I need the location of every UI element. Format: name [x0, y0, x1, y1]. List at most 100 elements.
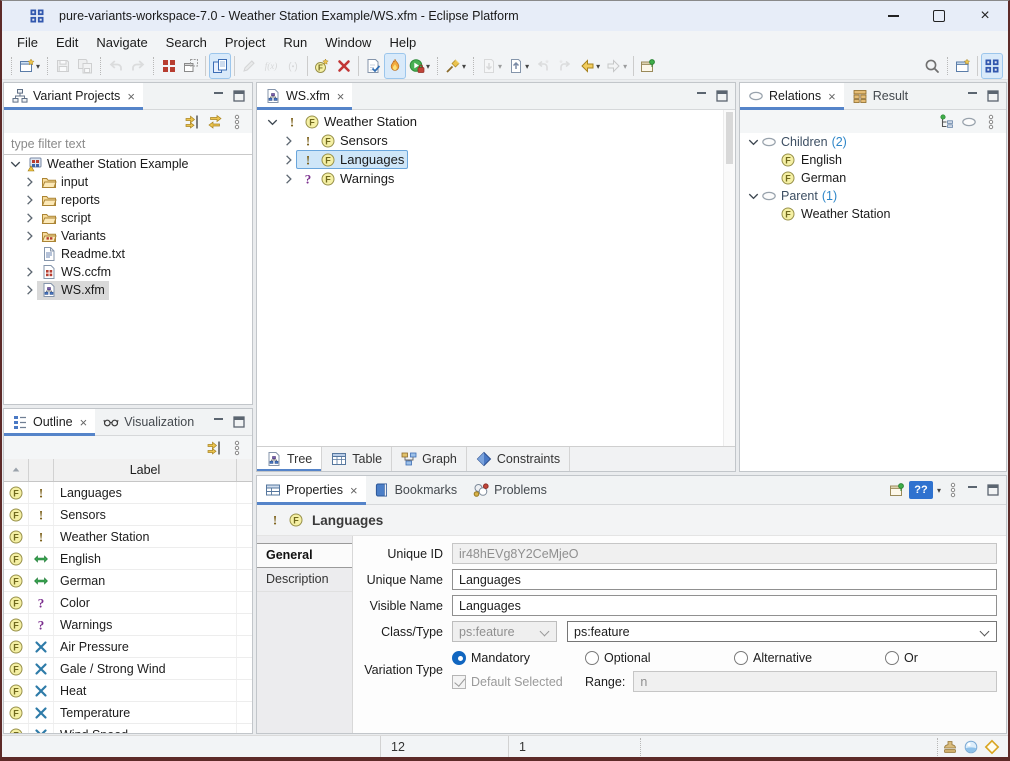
back-arrow-button[interactable]: ▾: [576, 53, 603, 79]
new-wizard-button[interactable]: ▾: [16, 53, 43, 79]
editor-page-tab-constraints[interactable]: Constraints: [467, 447, 570, 471]
editor-page-tab-table[interactable]: Table: [322, 447, 392, 471]
radio-optional[interactable]: Optional: [585, 651, 734, 665]
chevron-collapsed-icon[interactable]: [22, 264, 37, 280]
tree-item-ws-ccfm[interactable]: WS.ccfm: [4, 263, 252, 281]
stamp-icon[interactable]: [942, 739, 958, 755]
properties-tab-description[interactable]: Description: [257, 568, 352, 592]
dropdown-arrow-icon[interactable]: ▾: [596, 62, 600, 71]
outline-row-weather-station[interactable]: F!Weather Station: [4, 526, 252, 548]
outline-row-german[interactable]: FGerman: [4, 570, 252, 592]
view-menu-icon[interactable]: [229, 114, 245, 130]
menu-search[interactable]: Search: [157, 35, 216, 50]
feature-weather-station[interactable]: !FWeather Station: [257, 112, 735, 131]
tab-properties[interactable]: Properties ×: [257, 476, 366, 504]
outline-row-languages[interactable]: F!Languages: [4, 482, 252, 504]
tree-item-variants[interactable]: Variants: [4, 227, 252, 245]
outline-row-color[interactable]: F?Color: [4, 592, 252, 614]
radio-unchecked-icon[interactable]: [585, 651, 599, 665]
chevron-collapsed-icon[interactable]: [22, 192, 37, 208]
dropdown-arrow-icon[interactable]: ▾: [462, 62, 466, 71]
relation-item-german[interactable]: FGerman: [740, 169, 1006, 187]
relation-filter-icon[interactable]: [961, 114, 977, 130]
outline-row-warnings[interactable]: F?Warnings: [4, 614, 252, 636]
compare-models-button[interactable]: [209, 53, 231, 79]
tab-outline[interactable]: Outline ×: [4, 409, 95, 435]
close-tab-icon[interactable]: ×: [828, 90, 836, 103]
close-tab-icon[interactable]: ×: [80, 416, 88, 429]
chevron-expanded-icon[interactable]: [746, 134, 761, 150]
radio-or[interactable]: Or: [885, 651, 918, 665]
close-tab-icon[interactable]: ×: [337, 90, 345, 103]
tab-problems[interactable]: Problems: [465, 476, 555, 504]
variation-column-header[interactable]: [29, 459, 54, 481]
relation-group-parent[interactable]: Parent(1): [740, 187, 1006, 205]
feature-languages[interactable]: !FLanguages: [257, 150, 735, 169]
tree-item-reports[interactable]: reports: [4, 191, 252, 209]
editor-page-tab-tree[interactable]: Tree: [257, 447, 322, 471]
clean-torch-button[interactable]: ▾: [442, 53, 469, 79]
window-close-button[interactable]: ×: [962, 1, 1008, 31]
tree-item-script[interactable]: script: [4, 209, 252, 227]
radio-alternative[interactable]: Alternative: [734, 651, 885, 665]
filter-input[interactable]: [4, 133, 252, 154]
editor-tab-ws-xfm[interactable]: WS.xfm ×: [257, 83, 352, 109]
minimize-view-icon[interactable]: [211, 414, 227, 430]
outline-row-air-pressure[interactable]: FAir Pressure: [4, 636, 252, 658]
export-page-button[interactable]: ▾: [505, 53, 532, 79]
link-with-editor-icon[interactable]: [185, 114, 201, 130]
editor-page-tab-graph[interactable]: Graph: [392, 447, 467, 471]
chevron-expanded-icon[interactable]: [746, 188, 761, 204]
menu-navigate[interactable]: Navigate: [87, 35, 156, 50]
new-feature-wizard-button[interactable]: F: [311, 53, 333, 79]
chevron-collapsed-icon[interactable]: [281, 133, 296, 149]
window-minimize-button[interactable]: [870, 1, 916, 31]
relation-group-children[interactable]: Children(2): [740, 133, 1006, 151]
validate-model-button[interactable]: [362, 53, 384, 79]
maximize-view-icon[interactable]: [231, 88, 247, 104]
menu-edit[interactable]: Edit: [47, 35, 87, 50]
pin-editor-button[interactable]: [637, 53, 659, 79]
open-perspective-button[interactable]: [952, 53, 974, 79]
menu-help[interactable]: Help: [380, 35, 425, 50]
view-menu-icon[interactable]: [983, 114, 999, 130]
outline-row-english[interactable]: FEnglish: [4, 548, 252, 570]
properties-tab-general[interactable]: General: [257, 543, 352, 568]
close-tab-icon[interactable]: ×: [127, 90, 135, 103]
tree-item-readme-txt[interactable]: Readme.txt: [4, 245, 252, 263]
minimize-view-icon[interactable]: [965, 88, 981, 104]
tree-item-input[interactable]: input: [4, 173, 252, 191]
close-tab-icon[interactable]: ×: [350, 484, 358, 497]
outline-row-heat[interactable]: FHeat: [4, 680, 252, 702]
outline-row-gale-strong-wind[interactable]: FGale / Strong Wind: [4, 658, 252, 680]
tab-relations[interactable]: Relations ×: [740, 83, 844, 109]
chevron-collapsed-icon[interactable]: [22, 282, 37, 298]
vertical-scrollbar[interactable]: [723, 110, 735, 446]
chevron-expanded-icon[interactable]: [265, 114, 280, 130]
dropdown-arrow-icon[interactable]: ▾: [36, 62, 40, 71]
menu-window[interactable]: Window: [316, 35, 380, 50]
maximize-view-icon[interactable]: [231, 414, 247, 430]
menu-project[interactable]: Project: [216, 35, 274, 50]
link-with-editor-icon[interactable]: [207, 440, 223, 456]
help-dropdown-arrow-icon[interactable]: ▾: [937, 486, 941, 495]
minimize-view-icon[interactable]: [965, 482, 981, 498]
dropdown-arrow-icon[interactable]: ▾: [525, 62, 529, 71]
delete-red-button[interactable]: [333, 53, 355, 79]
radio-unchecked-icon[interactable]: [734, 651, 748, 665]
maximize-view-icon[interactable]: [714, 88, 730, 104]
chevron-collapsed-icon[interactable]: [22, 228, 37, 244]
pin-view-icon[interactable]: [889, 482, 905, 498]
label-column-header[interactable]: Label: [54, 459, 237, 481]
outline-row-sensors[interactable]: F!Sensors: [4, 504, 252, 526]
tab-result[interactable]: Result: [844, 83, 916, 109]
run-transformation-button[interactable]: ▾: [406, 53, 433, 79]
minimize-view-icon[interactable]: [694, 88, 710, 104]
outline-row-wind-speed[interactable]: FWind Speed: [4, 724, 252, 733]
new-window-button[interactable]: [180, 53, 202, 79]
tab-bookmarks[interactable]: Bookmarks: [366, 476, 466, 504]
minimize-view-icon[interactable]: [211, 88, 227, 104]
menu-run[interactable]: Run: [274, 35, 316, 50]
visible-name-field[interactable]: [452, 595, 997, 616]
chevron-expanded-icon[interactable]: [8, 156, 23, 172]
